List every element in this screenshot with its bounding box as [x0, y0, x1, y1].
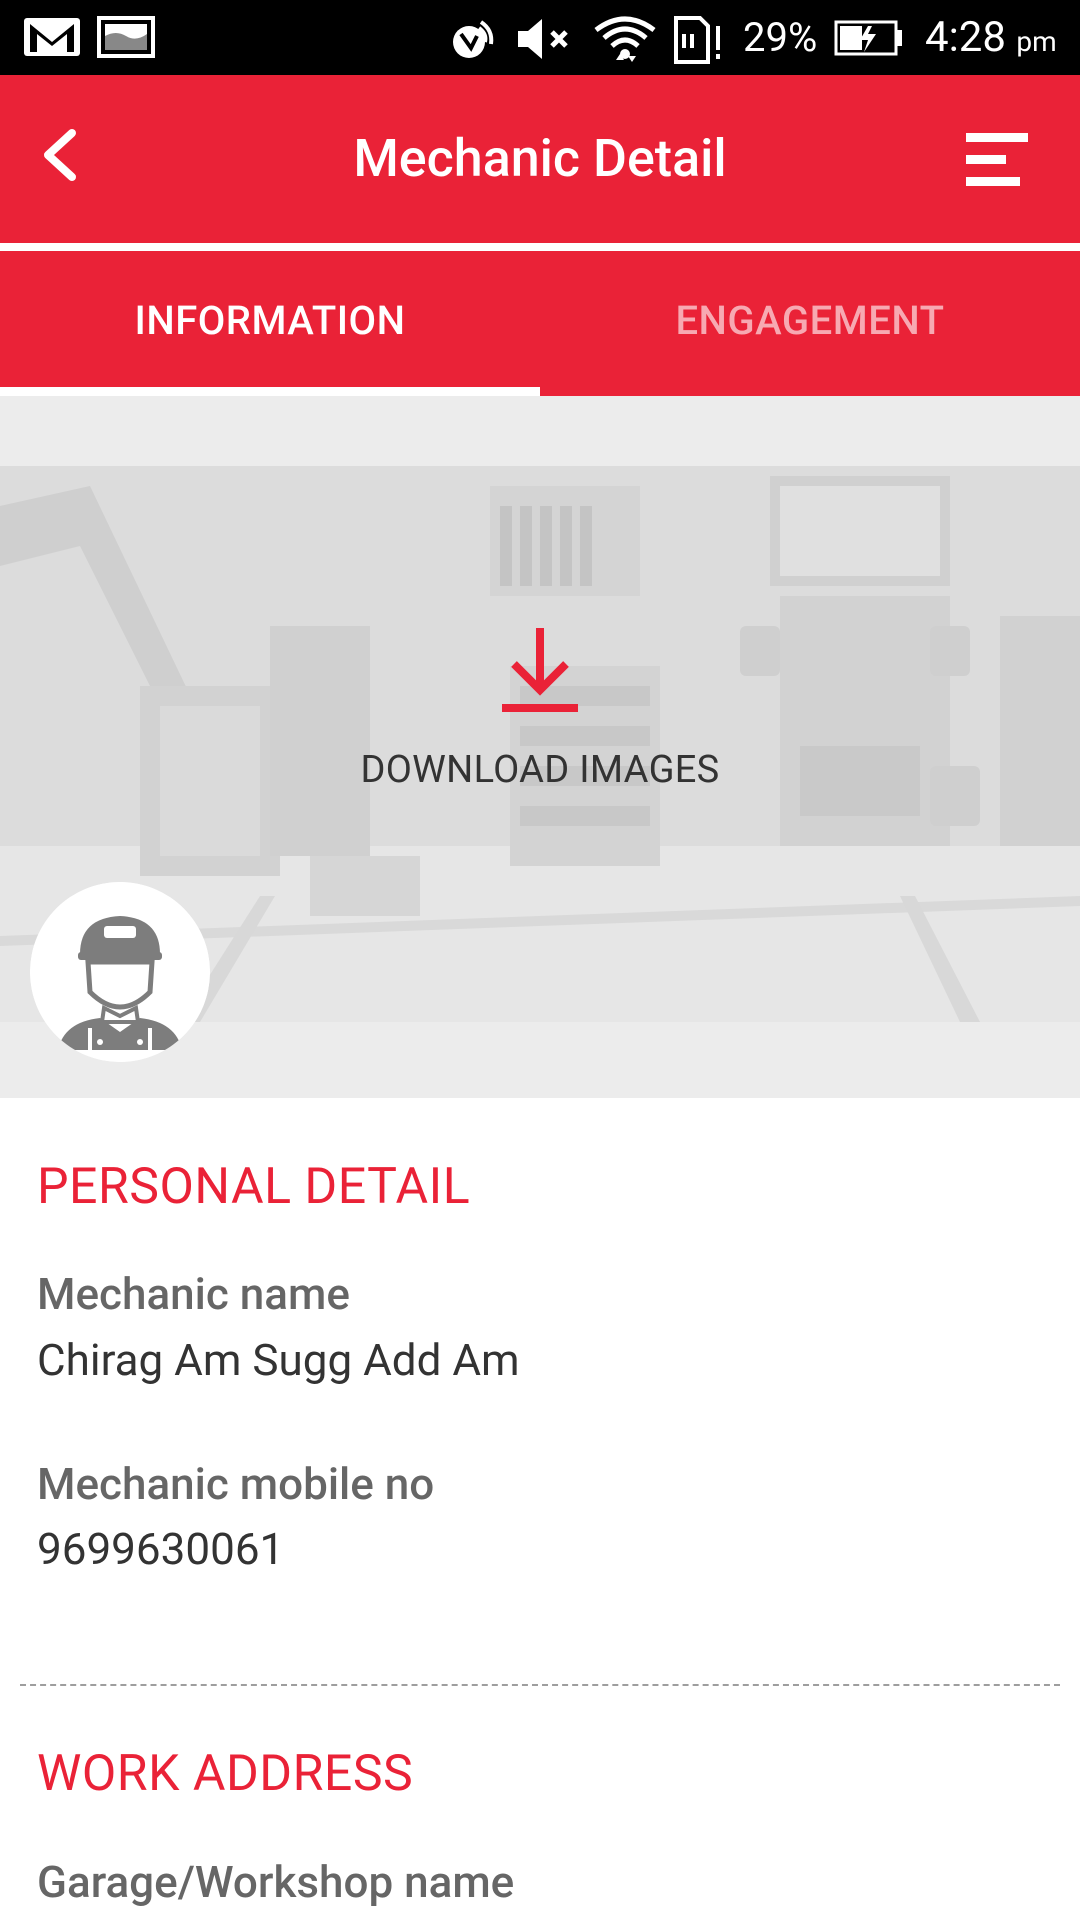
- gmail-icon: [22, 14, 82, 64]
- download-images-label: DOWNLOAD IMAGES: [360, 748, 720, 792]
- mechanic-mobile-value: 9699630061: [37, 1523, 285, 1575]
- mechanic-mobile-label: Mechanic mobile no: [37, 1458, 435, 1510]
- wifi-icon: [592, 14, 658, 74]
- app-bar-divider: [0, 243, 1080, 251]
- sd-card-alert-icon: [672, 14, 722, 70]
- battery-percent: 29%: [743, 14, 818, 61]
- back-button[interactable]: [30, 115, 100, 195]
- clock-time: 4:28: [925, 13, 1006, 62]
- tab-information[interactable]: INFORMATION: [0, 251, 540, 396]
- status-bar: 29% 4:28 pm: [0, 0, 1080, 75]
- tab-bar: INFORMATION ENGAGEMENT: [0, 251, 1080, 396]
- mute-icon: [512, 14, 576, 68]
- clock: 4:28 pm: [925, 14, 1057, 66]
- mechanic-name-value: Chirag Am Sugg Add Am: [37, 1334, 520, 1386]
- nfc-icon: [445, 14, 501, 68]
- work-address-heading: WORK ADDRESS: [37, 1745, 414, 1803]
- page-title: Mechanic Detail: [353, 128, 727, 189]
- download-images-button[interactable]: DOWNLOAD IMAGES: [300, 620, 780, 800]
- gallery-icon: [96, 14, 156, 64]
- active-tab-indicator: [0, 387, 540, 396]
- chevron-left-icon: [44, 129, 76, 181]
- tab-engagement[interactable]: ENGAGEMENT: [540, 251, 1080, 396]
- personal-detail-heading: PERSONAL DETAIL: [37, 1158, 471, 1216]
- garage-name-label: Garage/Workshop name: [37, 1856, 515, 1908]
- app-bar: Mechanic Detail: [0, 75, 1080, 243]
- menu-button[interactable]: [960, 125, 1034, 195]
- download-icon: [502, 628, 578, 712]
- clock-suffix: pm: [1016, 25, 1057, 58]
- menu-icon: [966, 133, 1028, 186]
- mechanic-avatar-icon: [30, 882, 210, 1062]
- section-divider: [20, 1684, 1060, 1686]
- mechanic-name-label: Mechanic name: [37, 1268, 350, 1320]
- battery-charging-icon: [834, 18, 904, 62]
- mechanic-avatar[interactable]: [30, 882, 210, 1062]
